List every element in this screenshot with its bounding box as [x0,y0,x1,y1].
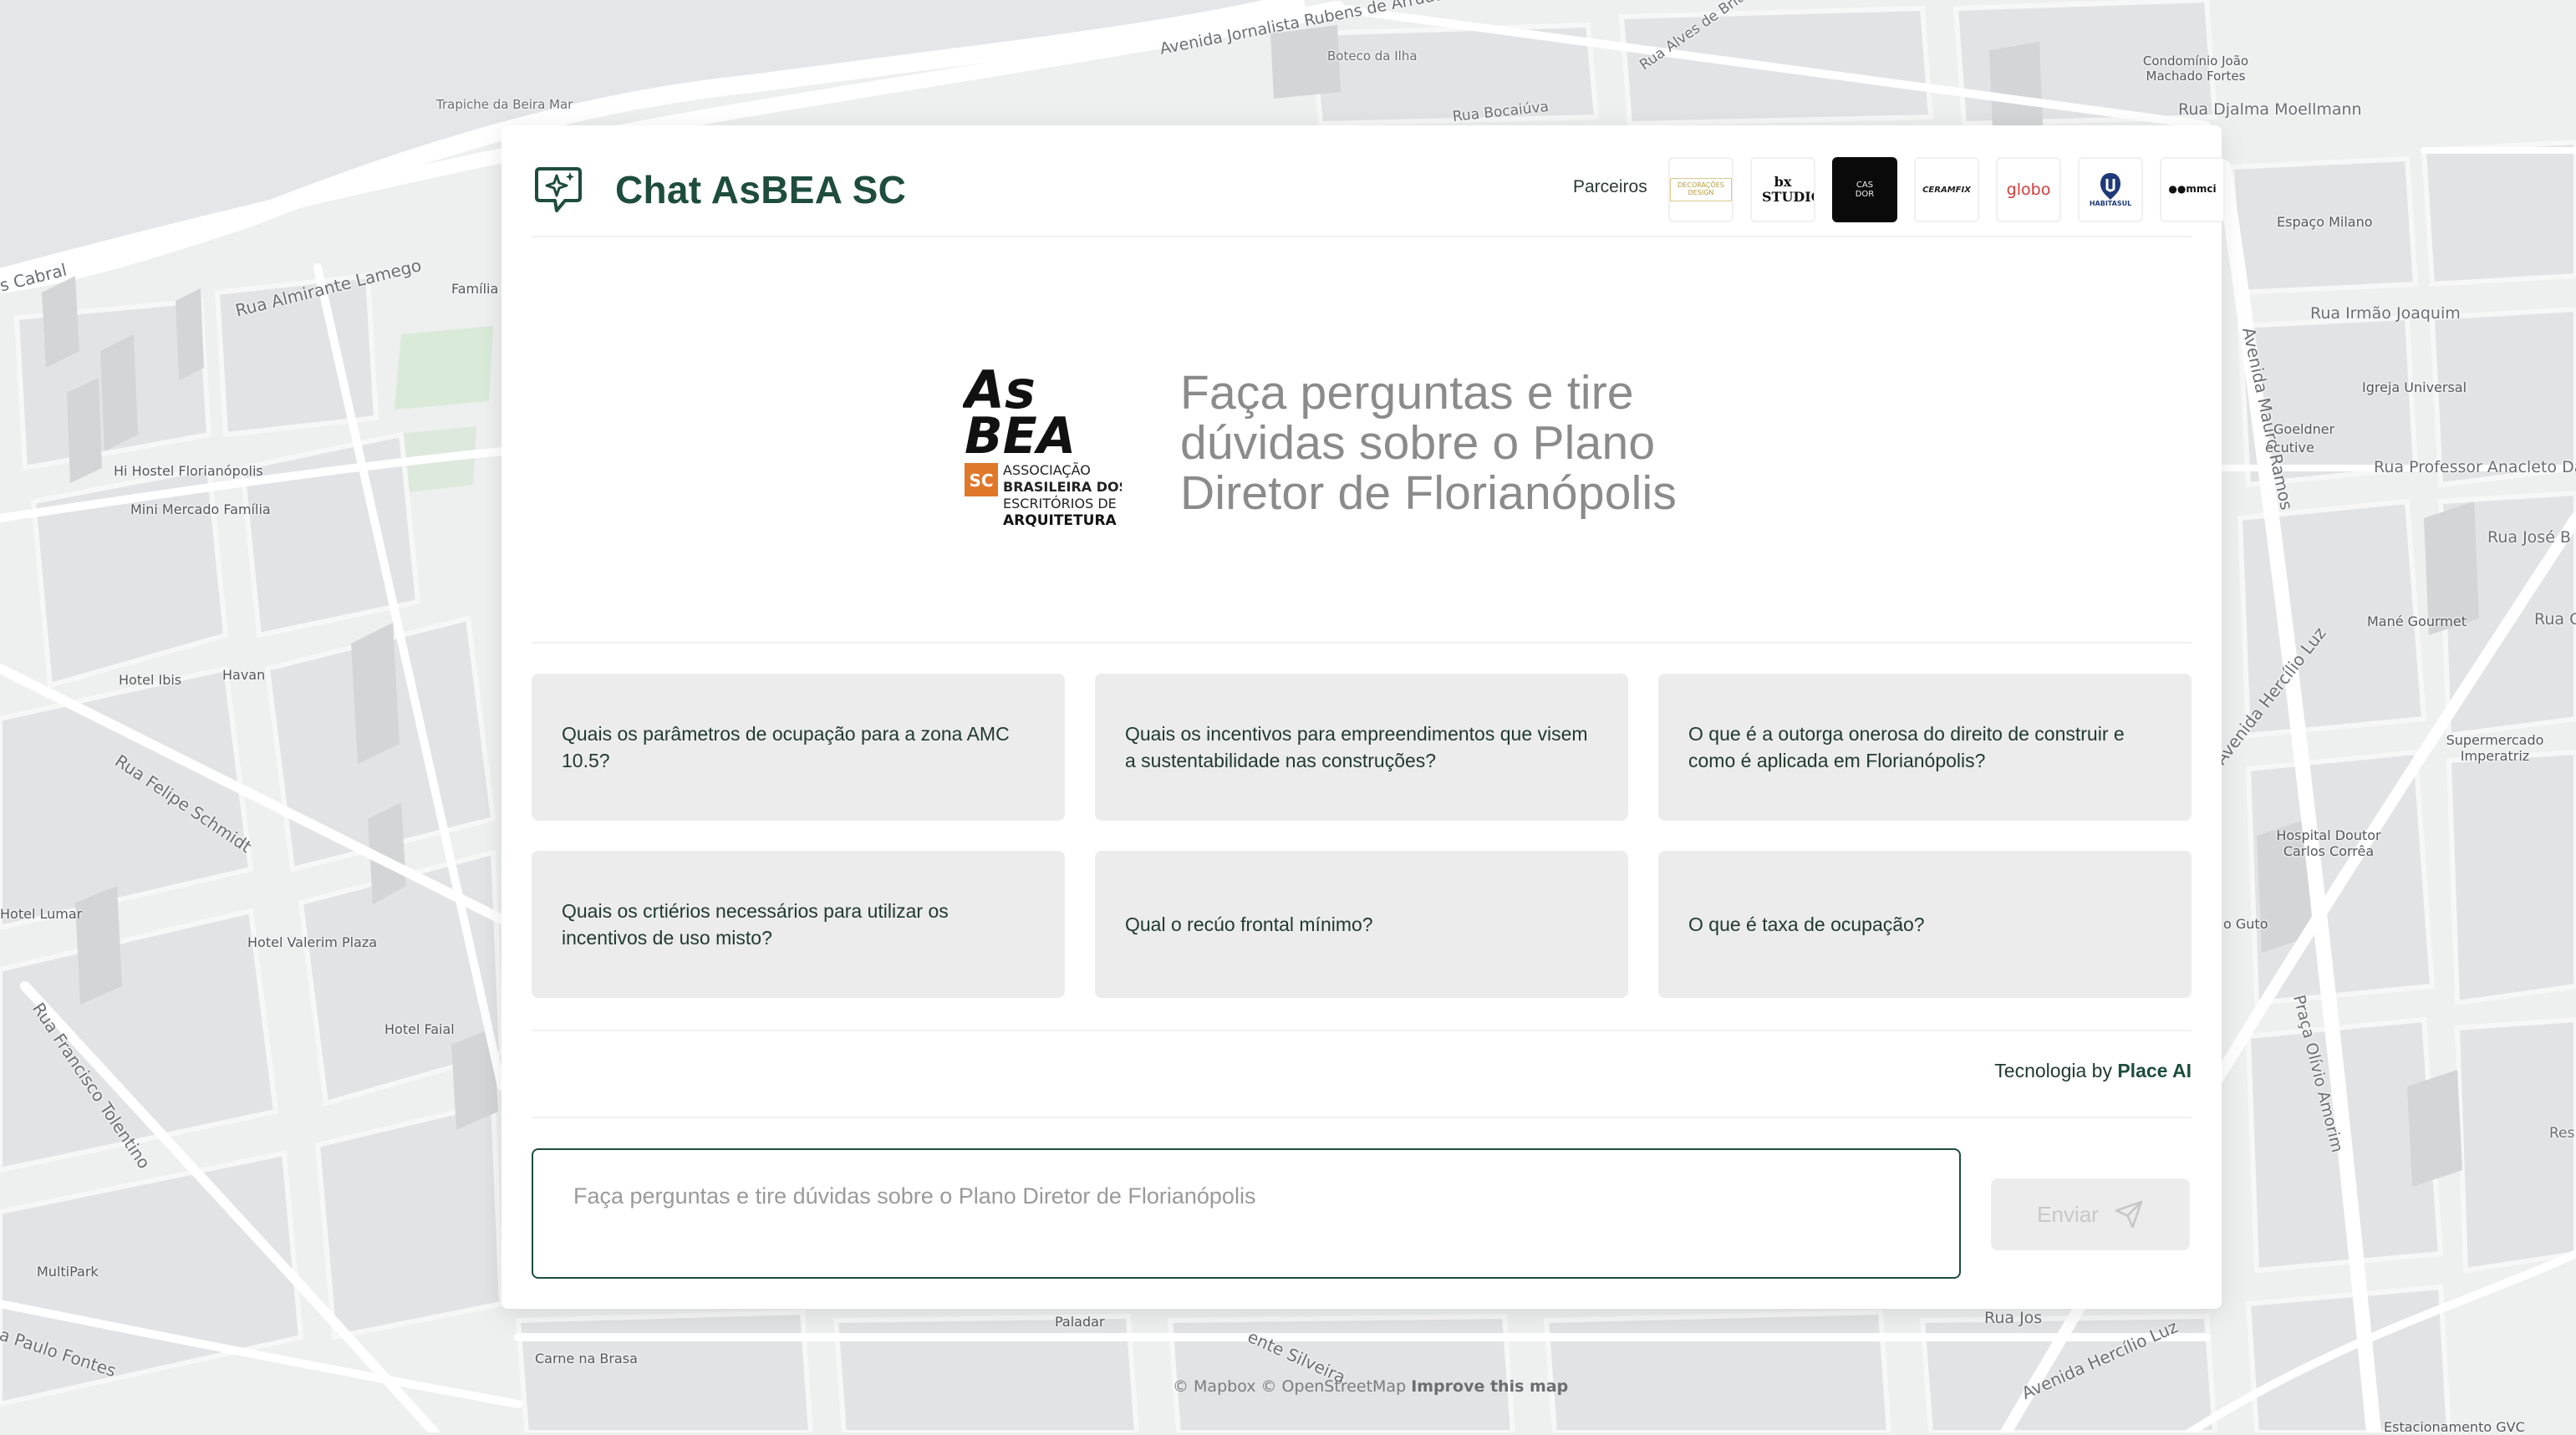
habitasul-icon [2100,172,2120,200]
chat-input[interactable] [532,1148,1961,1279]
partner-logo-mmci[interactable]: ●●mmci [2160,157,2225,222]
suggestion-text: Quais os crtiérios necessários para util… [562,900,949,949]
map-label: Supermercado Imperatriz [2446,732,2544,764]
hero-headline: Faça perguntas e tire dúvidas sobre o Pl… [1180,366,1677,520]
partner-logo-globo[interactable]: globo [1996,157,2061,222]
map-label: Rua José B [2487,528,2571,547]
divider [532,642,2192,644]
map-label: Hotel Faial [384,1021,455,1037]
partner-logo-ceramfix[interactable]: CERAMFIX [1914,157,1979,222]
partner-logo-text: DECORAÇÕES DESIGN [1670,178,1732,201]
map-label: Família [451,281,499,297]
partner-logo-decoracoes[interactable]: DECORAÇÕES DESIGN [1668,157,1733,222]
map-label: Trapiche da Beira Mar [436,97,573,112]
map-label: Mini Mercado Família [130,501,271,517]
map-label: Paladar [1055,1314,1105,1330]
partner-logo-text: bx STUDIO [1762,174,1814,205]
suggestion-text: Quais os parâmetros de ocupação para a z… [562,723,1010,771]
map-attribution: © Mapbox © OpenStreetMap Improve this ma… [1173,1377,1568,1396]
divider [532,1117,2192,1118]
header: Chat AsBEA SC Parceiros DECORAÇÕES DESIG… [532,155,2225,237]
map-label: Rua Ga [2534,610,2576,628]
paper-plane-icon [2115,1200,2143,1229]
logo-sc-text: SC [969,471,993,491]
map-label: Res [2549,1125,2575,1142]
suggestion-text: O que é taxa de ocupação? [1688,913,1925,935]
send-button[interactable]: Enviar [1991,1178,2190,1250]
map-label: Rua Djalma Moellmann [2178,100,2362,119]
logo-line-text: ARQUITETURA [1003,512,1117,529]
logo-line-text: ESCRITÓRIOS DE [1003,496,1117,511]
app-title: Chat AsBEA SC [615,168,907,211]
partner-logo-text: CAS DOR [1855,181,1875,199]
map-label: Condomínio João Machado Fortes [2142,53,2249,84]
powered-brand-link[interactable]: Place AI [2117,1060,2192,1081]
partner-logo-text: HABITASUL [2089,199,2132,207]
suggestion-text: Qual o recúo frontal mínimo? [1125,913,1373,935]
map-label: o Guto [2223,916,2268,932]
partner-logo-bx-studio[interactable]: bx STUDIO [1750,157,1815,222]
partner-logo-casa-cor[interactable]: CAS DOR [1832,157,1897,222]
chat-card: Chat AsBEA SC Parceiros DECORAÇÕES DESIG… [501,125,2225,1309]
logo-bea-text: BEA [965,407,1076,466]
attribution-text: © Mapbox © OpenStreetMap [1173,1377,1407,1396]
logo-line-text: ASSOCIAÇÃO [1003,462,1091,478]
map-label: MultiPark [37,1264,99,1280]
map-label: Hotel Lumar [0,906,83,922]
partners-label: Parceiros [1573,177,1647,196]
partner-logo-habitasul[interactable]: HABITASUL [2078,157,2143,222]
map-label: Igreja Universal [2362,379,2467,395]
suggestion-text: O que é a outorga onerosa do direito de … [1688,723,2125,771]
suggestion-text: Quais os incentivos para empreendimentos… [1125,723,1588,771]
send-label: Enviar [2037,1201,2099,1227]
map-label: Hi Hostel Florianópolis [114,463,263,479]
map-label: Boteco da Ilha [1327,48,1418,64]
suggestion-card[interactable]: O que é a outorga onerosa do direito de … [1658,674,2192,821]
map-label: Rua Irmão Joaquim [2310,304,2461,323]
map-label: Rua Professor Anacleto Da [2374,458,2576,476]
suggestion-card[interactable]: O que é taxa de ocupação? [1658,851,2192,998]
map-label: ecutive [2265,440,2314,455]
map-label: Carne na Brasa [535,1351,638,1366]
suggestion-card[interactable]: Quais os crtiérios necessários para util… [532,851,1065,998]
chat-sparkle-icon [535,167,582,212]
suggestion-card[interactable]: Quais os incentivos para empreendimentos… [1095,674,1628,821]
partner-logo-text: CERAMFIX [1922,185,1971,195]
map-label: Rua Jos [1984,1309,2043,1327]
logo-line-text: BRASILEIRA DOS [1003,479,1122,495]
map-label: Hotel Valerim Plaza [247,934,378,950]
powered-by: Tecnologia by Place AI [1994,1060,2192,1082]
powered-prefix: Tecnologia by [1994,1060,2112,1081]
map-label: Goeldner [2273,421,2335,437]
suggestion-card[interactable]: Qual o recúo frontal mínimo? [1095,851,1628,998]
partner-logo-text: globo [2006,180,2051,199]
map-label: Estacionamento GVC [2384,1419,2525,1435]
improve-map-link[interactable]: Improve this map [1411,1377,1568,1396]
map-label: Hospital Doutor Carlos Corrêa [2276,827,2381,859]
map-label: Havan [222,667,266,683]
map-label: Hotel Ibis [119,672,182,688]
suggestion-card[interactable]: Quais os parâmetros de ocupação para a z… [532,674,1065,821]
map-label: Espaço Milano [2277,214,2373,230]
partner-logo-text: ●●mmci [2168,183,2217,196]
map-label: Mané Gourmet [2367,613,2467,629]
asbea-logo: As BEA SC ASSOCIAÇÃO BRASILEIRA DOS ESCR… [963,359,1122,529]
divider [532,1030,2192,1031]
